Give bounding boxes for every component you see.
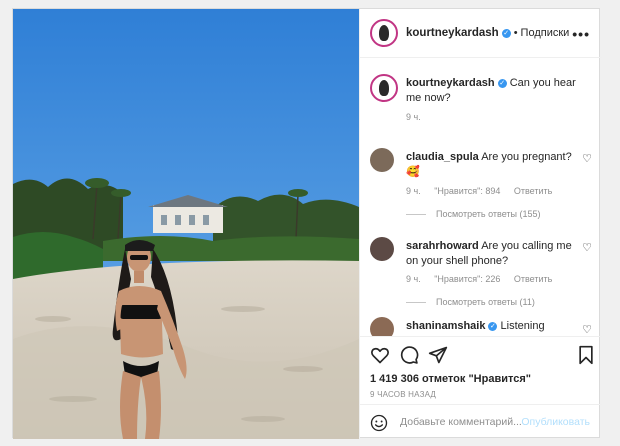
comment-input[interactable]: Добавьте комментарий... (400, 416, 522, 428)
share-icon[interactable] (428, 345, 448, 365)
replies-divider (406, 213, 426, 215)
comment-like-heart-icon[interactable]: ♡ (582, 241, 592, 254)
reply-button[interactable]: Ответить (514, 274, 552, 284)
comment-likes[interactable]: "Нравится": 226 (434, 274, 500, 284)
comment-icon[interactable] (399, 345, 419, 365)
comment-username[interactable]: sarahrhoward (406, 240, 479, 252)
reply-button[interactable]: Ответить (514, 186, 552, 196)
comment-text: sarahrhoward Are you calling me on your … (406, 239, 576, 269)
comment-like-heart-icon[interactable]: ♡ (582, 152, 592, 165)
author-username[interactable]: kourtneykardash (406, 27, 499, 39)
comment-body: Listening (500, 320, 545, 332)
comment-username[interactable]: claudia_spula (406, 151, 479, 163)
caption-username[interactable]: kourtneykardash (406, 77, 495, 89)
more-options-icon[interactable]: ••• (572, 26, 590, 42)
bookmark-icon[interactable] (576, 345, 596, 365)
action-icons (370, 345, 596, 367)
heart-icon[interactable] (370, 345, 390, 365)
author-avatar[interactable] (370, 19, 398, 47)
emoji-icon[interactable] (370, 414, 388, 432)
post-actions: 1 419 306 отметок "Нравится" 9 ЧАСОВ НАЗ… (360, 336, 602, 402)
comment-time[interactable]: 9 ч. (406, 274, 421, 284)
post-panel: kourtneykardash ✓ • Подписки ••• kourtne… (359, 9, 602, 439)
beach-photo-image (13, 9, 359, 439)
likes-count[interactable]: 1 419 306 отметок "Нравится" (370, 373, 531, 385)
commenter-avatar[interactable] (370, 237, 394, 261)
view-replies-label[interactable]: Посмотреть ответы (155) (436, 209, 541, 219)
caption-meta: 9 ч. (406, 112, 432, 122)
comment-meta: 9 ч. "Нравится": 894 Ответить (406, 186, 563, 196)
comment-likes[interactable]: "Нравится": 894 (434, 186, 500, 196)
post-time[interactable]: 9 ЧАСОВ НАЗАД (370, 390, 436, 399)
verified-badge-icon: ✓ (488, 322, 498, 331)
caption-text: kourtneykardash ✓ Can you hear me now? (406, 76, 576, 106)
caption-time[interactable]: 9 ч. (406, 112, 421, 122)
comment-meta: 9 ч. "Нравится": 226 Ответить (406, 274, 563, 284)
verified-badge-icon: ✓ (497, 79, 507, 88)
comments-list[interactable]: kourtneykardash ✓ Can you hear me now? 9 … (360, 59, 602, 336)
post-photo[interactable] (13, 9, 359, 439)
commenter-avatar[interactable] (370, 148, 394, 172)
publish-button[interactable]: Опубликовать (521, 416, 590, 428)
header-separator: • (513, 27, 518, 39)
comment-time[interactable]: 9 ч. (406, 186, 421, 196)
post-card: kourtneykardash ✓ • Подписки ••• kourtne… (12, 8, 602, 439)
post-header: kourtneykardash ✓ • Подписки ••• (360, 9, 602, 58)
replies-divider (406, 301, 426, 303)
comment-composer: Добавьте комментарий... Опубликовать (360, 404, 602, 439)
view-replies[interactable]: Посмотреть ответы (155) (406, 209, 541, 219)
comment-text: shaninamshaik ✓ Listening (406, 319, 576, 334)
follow-button[interactable]: Подписки (521, 27, 570, 39)
view-replies[interactable]: Посмотреть ответы (11) (406, 297, 535, 307)
comment-username[interactable]: shaninamshaik (406, 320, 485, 332)
view-replies-label[interactable]: Посмотреть ответы (11) (436, 297, 535, 307)
comment-like-heart-icon[interactable]: ♡ (582, 323, 592, 336)
verified-badge-icon: ✓ (501, 28, 511, 38)
commenter-avatar[interactable] (370, 317, 394, 336)
comment-text: claudia_spula Are you pregnant? 🥰 (406, 150, 576, 180)
caption-avatar[interactable] (370, 74, 398, 102)
